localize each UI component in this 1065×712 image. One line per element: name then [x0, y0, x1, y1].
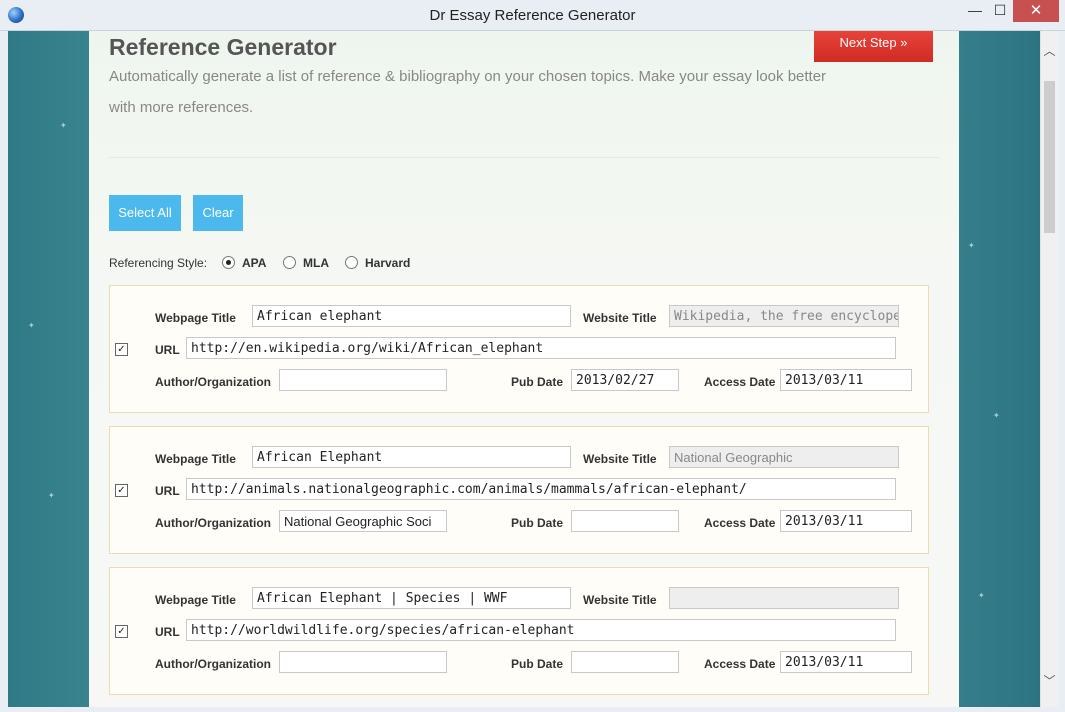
author-label: Author/Organization	[155, 657, 271, 671]
vertical-scrollbar[interactable]: ︿ ﹀	[1040, 31, 1058, 707]
webpage-title-input[interactable]: African Elephant | Species | WWF	[252, 587, 571, 609]
access-date-label: Access Date	[704, 657, 776, 671]
sparkle-decoration: ✦	[968, 241, 975, 250]
window-right-frame	[1057, 31, 1065, 712]
url-input[interactable]: http://animals.nationalgeographic.com/an…	[186, 478, 896, 500]
page-description: Automatically generate a list of referen…	[109, 68, 827, 116]
pub-date-input[interactable]	[571, 510, 679, 532]
reference-card: Webpage Title African Elephant Website T…	[109, 426, 929, 554]
page-title: Reference Generator	[109, 34, 337, 60]
url-label: URL	[155, 484, 180, 498]
radio-mla[interactable]	[283, 256, 296, 269]
select-all-button[interactable]: Select All	[109, 195, 181, 231]
url-input[interactable]: http://worldwildlife.org/species/african…	[186, 619, 896, 641]
pub-date-input[interactable]: 2013/02/27	[571, 369, 679, 391]
referencing-style-label: Referencing Style:	[109, 256, 208, 270]
website-title-input[interactable]: National Geographic	[669, 446, 899, 468]
divider	[109, 157, 939, 158]
webpage-title-input[interactable]: African Elephant	[252, 446, 571, 468]
reference-checkbox[interactable]: ✓	[115, 625, 128, 638]
webpage-title-label: Webpage Title	[155, 593, 236, 607]
pub-date-label: Pub Date	[511, 516, 564, 530]
reference-card: Webpage Title African elephant Website T…	[109, 285, 929, 413]
sparkle-decoration: ✦	[60, 121, 67, 130]
scroll-up-arrow-icon[interactable]: ︿	[1041, 41, 1058, 61]
sparkle-decoration: ✦	[28, 321, 35, 330]
url-label: URL	[155, 625, 180, 639]
reference-checkbox[interactable]: ✓	[115, 484, 128, 497]
access-date-input[interactable]: 2013/03/11	[780, 651, 912, 673]
radio-mla-label[interactable]: MLA	[303, 256, 329, 270]
access-date-label: Access Date	[704, 516, 776, 530]
sparkle-decoration: ✦	[978, 591, 985, 600]
pub-date-label: Pub Date	[511, 657, 564, 671]
sparkle-decoration: ✦	[48, 491, 55, 500]
window-title: Dr Essay Reference Generator	[429, 7, 636, 24]
radio-harvard[interactable]	[345, 256, 358, 269]
radio-apa[interactable]	[222, 256, 235, 269]
next-step-button[interactable]: Next Step »	[814, 31, 933, 62]
webpage-title-input[interactable]: African elephant	[252, 305, 571, 327]
author-input[interactable]: National Geographic Soci	[279, 510, 447, 532]
maximize-button[interactable]: ☐	[985, 0, 1015, 22]
radio-apa-label[interactable]: APA	[242, 256, 266, 270]
website-title-label: Website Title	[583, 452, 657, 466]
pub-date-input[interactable]	[571, 651, 679, 673]
reference-checkbox[interactable]: ✓	[115, 343, 128, 356]
url-input[interactable]: http://en.wikipedia.org/wiki/African_ele…	[186, 337, 896, 359]
website-title-input[interactable]	[669, 587, 899, 609]
window-bottom-frame	[0, 707, 1065, 712]
website-title-label: Website Title	[583, 311, 657, 325]
pub-date-label: Pub Date	[511, 375, 564, 389]
sparkle-decoration: ✦	[993, 411, 1000, 420]
scroll-thumb[interactable]	[1044, 81, 1055, 233]
author-input[interactable]	[279, 651, 447, 673]
reference-card: Webpage Title African Elephant | Species…	[109, 567, 929, 695]
url-label: URL	[155, 343, 180, 357]
window-left-frame	[0, 31, 8, 712]
access-date-input[interactable]: 2013/03/11	[780, 369, 912, 391]
access-date-input[interactable]: 2013/03/11	[780, 510, 912, 532]
author-label: Author/Organization	[155, 375, 271, 389]
author-input[interactable]	[279, 369, 447, 391]
author-label: Author/Organization	[155, 516, 271, 530]
website-title-input[interactable]: Wikipedia, the free encyclopedia	[669, 305, 899, 327]
close-button[interactable]: ✕	[1013, 0, 1059, 22]
window-titlebar: Dr Essay Reference Generator — ☐ ✕	[0, 0, 1065, 31]
scroll-down-arrow-icon[interactable]: ﹀	[1041, 671, 1058, 691]
clear-button[interactable]: Clear	[193, 195, 243, 231]
webpage-title-label: Webpage Title	[155, 311, 236, 325]
main-panel: Reference Generator Automatically genera…	[89, 31, 959, 707]
access-date-label: Access Date	[704, 375, 776, 389]
website-title-label: Website Title	[583, 593, 657, 607]
radio-harvard-label[interactable]: Harvard	[365, 256, 410, 270]
webpage-title-label: Webpage Title	[155, 452, 236, 466]
